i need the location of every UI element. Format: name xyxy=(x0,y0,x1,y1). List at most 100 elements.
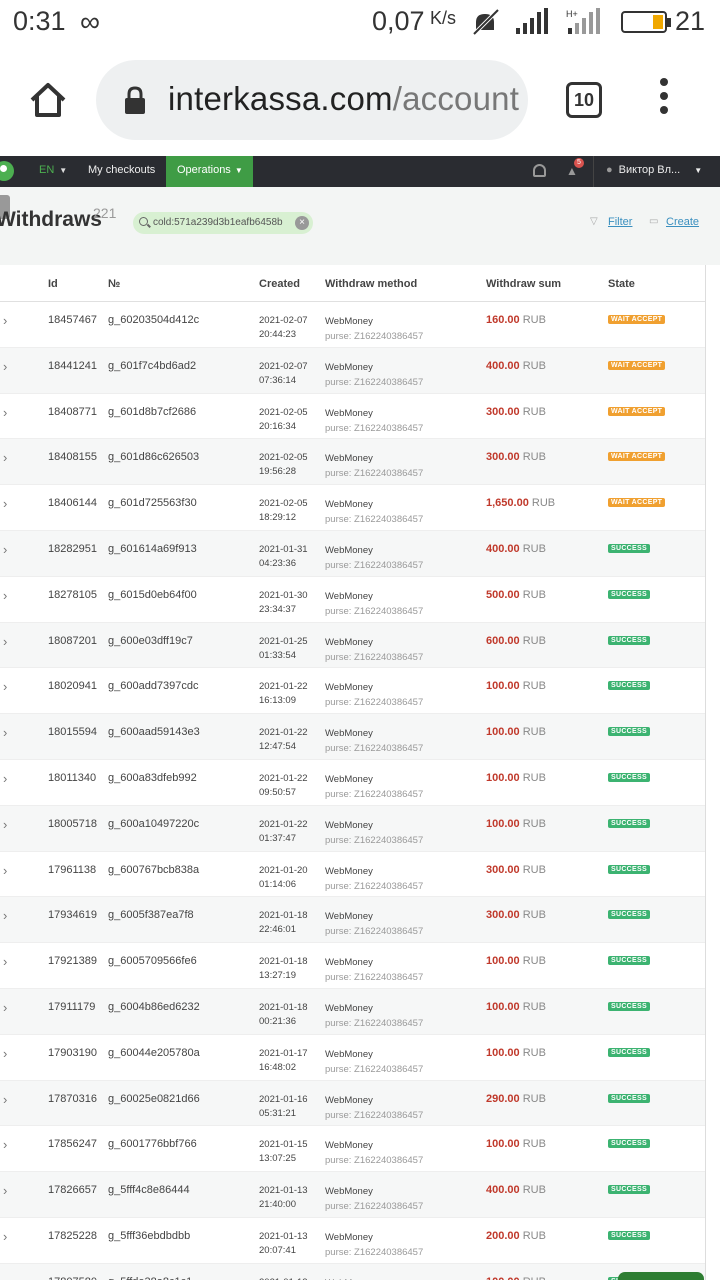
table-row[interactable]: › 17870316 g_60025e0821d66 2021-01-16 05:31:… xyxy=(0,1080,705,1127)
row-created: 2021-01-22 01:37:47 xyxy=(259,818,308,846)
table-row[interactable]: › 17961138 g_600767bcb838a 2021-01-20 01:14:… xyxy=(0,852,705,898)
language-dropdown[interactable]: EN ▼ xyxy=(39,164,67,176)
row-method: WebMoney purse: Z162240386457 xyxy=(325,1138,423,1168)
row-amount: 1,650.00 xyxy=(486,497,529,510)
tab-switcher-button[interactable]: 10 xyxy=(566,82,602,118)
chevron-right-icon[interactable]: › xyxy=(3,954,7,969)
chevron-right-icon[interactable]: › xyxy=(3,634,7,649)
row-method-name: WebMoney xyxy=(325,865,373,877)
chevron-right-icon[interactable]: › xyxy=(3,450,7,465)
row-time: 21:40:00 xyxy=(259,1199,296,1211)
chevron-right-icon[interactable]: › xyxy=(3,496,7,511)
row-sum: 100.00 RUB xyxy=(486,1001,546,1013)
row-currency: RUB xyxy=(522,1046,546,1059)
user-logo-icon[interactable] xyxy=(0,161,14,181)
nav-operations[interactable]: Operations ▼ xyxy=(166,156,253,187)
status-badge: SUCCESS xyxy=(608,589,650,599)
table-row[interactable]: › 17807580 g_5ffde38a8c1c1 2021-01-12 WebMon… xyxy=(0,1263,705,1280)
table-row[interactable]: › 18087201 g_600e03dff19c7 2021-01-25 01:33:… xyxy=(0,622,705,669)
column-header-sum[interactable]: Withdraw sum xyxy=(486,278,561,290)
chevron-right-icon[interactable]: › xyxy=(3,1137,7,1152)
chevron-right-icon[interactable]: › xyxy=(3,771,7,786)
chevron-right-icon[interactable]: › xyxy=(3,1046,7,1061)
row-sum: 290.00 RUB xyxy=(486,1093,546,1105)
status-badge: SUCCESS xyxy=(608,910,650,920)
table-row[interactable]: › 18020941 g_600add7397cdc 2021-01-22 16:13:… xyxy=(0,668,705,715)
create-button[interactable]: Create xyxy=(666,216,699,228)
table-row[interactable]: › 18015594 g_600aad59143e3 2021-01-22 12:47:… xyxy=(0,714,705,760)
table-row[interactable]: › 17856247 g_6001776bbf766 2021-01-15 13:07:… xyxy=(0,1126,705,1173)
chevron-right-icon[interactable]: › xyxy=(3,1183,7,1198)
chevron-right-icon[interactable]: › xyxy=(3,359,7,374)
more-menu-icon[interactable] xyxy=(652,78,676,122)
column-header-method[interactable]: Withdraw method xyxy=(325,278,417,290)
floating-action-bar[interactable] xyxy=(618,1272,704,1280)
chevron-right-icon[interactable]: › xyxy=(3,313,7,328)
table-row[interactable]: › 18441241 g_601f7c4bd6ad2 2021-02-07 07:36:… xyxy=(0,347,705,394)
table-row[interactable]: › 17921389 g_6005709566fe6 2021-01-18 13:27:… xyxy=(0,943,705,989)
chevron-right-icon[interactable]: › xyxy=(3,1275,7,1280)
table-row[interactable]: › 18408771 g_601d8b7cf2686 2021-02-05 20:16:… xyxy=(0,394,705,440)
row-id: 17826657 xyxy=(48,1184,97,1197)
row-id: 17934619 xyxy=(48,909,97,922)
row-sum: 300.00 RUB xyxy=(486,406,546,418)
table-row[interactable]: › 18408155 g_601d86c626503 2021-02-05 19:56:… xyxy=(0,439,705,486)
site-navbar: EN ▼ My checkouts Operations ▼ ▲ 5 ● Виктор… xyxy=(0,156,720,187)
table-row[interactable]: › 18406144 g_601d725563f30 2021-02-05 18:29:… xyxy=(0,485,705,531)
row-purse: purse: Z162240386457 xyxy=(325,514,424,526)
nav-my-checkouts[interactable]: My checkouts xyxy=(88,164,155,176)
table-row[interactable]: › 17934619 g_6005f387ea7f8 2021-01-18 22:46:… xyxy=(0,897,705,944)
active-filter-chip[interactable]: cold:571a239d3b1eafb6458b × xyxy=(133,212,313,234)
table-row[interactable]: › 18282951 g_601614a69f913 2021-01-31 04:23:… xyxy=(0,531,705,577)
chevron-right-icon[interactable]: › xyxy=(3,1000,7,1015)
row-sum: 400.00 RUB xyxy=(486,543,546,555)
row-date: 2021-02-05 xyxy=(259,452,308,464)
filter-button[interactable]: Filter xyxy=(608,216,632,228)
close-icon[interactable]: × xyxy=(295,216,309,230)
chevron-right-icon[interactable]: › xyxy=(3,908,7,923)
table-row[interactable]: › 18005718 g_600a10497220c 2021-01-22 01:37:… xyxy=(0,805,705,852)
row-method-name: WebMoney xyxy=(325,911,373,923)
column-header-num[interactable]: № xyxy=(108,278,120,290)
support-icon[interactable] xyxy=(533,164,546,177)
url-bar[interactable]: interkassa.com/account xyxy=(96,60,528,140)
row-method-name: WebMoney xyxy=(325,1140,373,1152)
chevron-right-icon[interactable]: › xyxy=(3,679,7,694)
url-text[interactable]: interkassa.com/account xyxy=(168,80,519,118)
table-row[interactable]: › 18278105 g_6015d0eb64f00 2021-01-30 23:34:… xyxy=(0,577,705,623)
chevron-right-icon[interactable]: › xyxy=(3,1229,7,1244)
chevron-right-icon[interactable]: › xyxy=(3,725,7,740)
svg-text:H+: H+ xyxy=(566,9,578,19)
chevron-right-icon[interactable]: › xyxy=(3,588,7,603)
column-header-state[interactable]: State xyxy=(608,278,635,290)
url-domain: interkassa.com xyxy=(168,80,393,117)
row-time: 01:33:54 xyxy=(259,649,296,661)
chevron-right-icon[interactable]: › xyxy=(3,863,7,878)
row-method: WebMoney purse: Z162240386457 xyxy=(325,955,423,985)
chevron-right-icon[interactable]: › xyxy=(3,817,7,832)
row-currency: RUB xyxy=(522,726,546,739)
table-row[interactable]: › 18011340 g_600a83dfeb992 2021-01-22 09:50:… xyxy=(0,760,705,806)
table-row[interactable]: › 18457467 g_60203504d412c 2021-02-07 20:44:… xyxy=(0,302,705,348)
table-row[interactable]: › 17825228 g_5fff36ebdbdbb 2021-01-13 20:07:… xyxy=(0,1218,705,1264)
row-currency: RUB xyxy=(522,1230,546,1242)
row-id: 18406144 xyxy=(48,497,97,510)
table-row[interactable]: › 17903190 g_60044e205780a 2021-01-17 16:48:… xyxy=(0,1035,705,1081)
chevron-right-icon[interactable]: › xyxy=(3,542,7,557)
user-menu[interactable]: ● Виктор Вл... ▼ xyxy=(606,164,702,176)
status-badge: SUCCESS xyxy=(608,1047,650,1057)
home-icon[interactable] xyxy=(28,80,68,120)
chevron-down-icon: ▼ xyxy=(234,166,243,175)
column-header-id[interactable]: Id xyxy=(48,278,58,290)
column-header-created[interactable]: Created xyxy=(259,278,300,290)
nav-divider xyxy=(593,156,594,187)
chevron-right-icon[interactable]: › xyxy=(3,1092,7,1107)
row-number: g_601614a69f913 xyxy=(108,543,197,555)
row-id: 18005718 xyxy=(48,817,97,830)
chevron-right-icon[interactable]: › xyxy=(3,405,7,420)
table-row[interactable]: › 17826657 g_5fff4c8e86444 2021-01-13 21:40:… xyxy=(0,1172,705,1218)
row-method-name: WebMoney xyxy=(325,545,373,556)
row-purse: purse: Z162240386457 xyxy=(325,1109,424,1121)
table-row[interactable]: › 17911179 g_6004b86ed6232 2021-01-18 00:21:… xyxy=(0,989,705,1035)
row-number: g_601d8b7cf2686 xyxy=(108,405,197,418)
